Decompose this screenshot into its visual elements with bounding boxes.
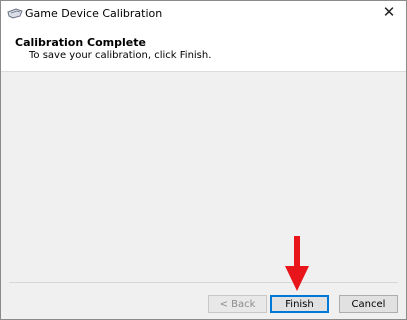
back-button[interactable]: < Back bbox=[208, 295, 267, 313]
finish-button[interactable]: Finish bbox=[270, 295, 329, 313]
wizard-header: Calibration Complete To save your calibr… bbox=[1, 29, 406, 72]
wizard-content bbox=[1, 72, 406, 280]
close-icon: ✕ bbox=[382, 2, 396, 21]
game-controller-icon bbox=[7, 8, 23, 19]
red-arrow-icon bbox=[285, 236, 309, 291]
page-title: Calibration Complete bbox=[15, 36, 146, 49]
window-title: Game Device Calibration bbox=[25, 7, 163, 20]
close-button[interactable]: ✕ bbox=[378, 1, 400, 23]
title-bar[interactable]: Game Device Calibration ✕ bbox=[1, 1, 406, 29]
footer-divider bbox=[9, 282, 398, 283]
calibration-dialog: Game Device Calibration ✕ Calibration Co… bbox=[0, 0, 407, 320]
page-subtitle: To save your calibration, click Finish. bbox=[29, 50, 212, 61]
cancel-button[interactable]: Cancel bbox=[339, 295, 398, 313]
wizard-footer: < Back Finish Cancel bbox=[1, 284, 406, 319]
